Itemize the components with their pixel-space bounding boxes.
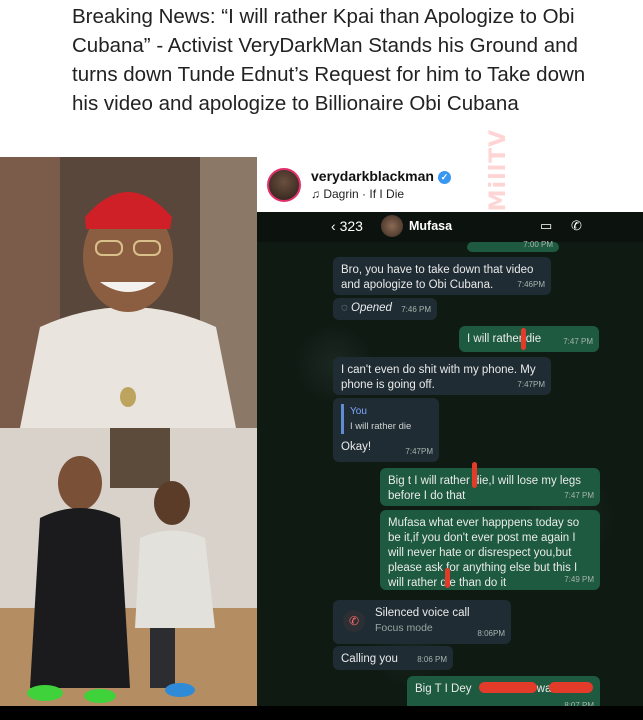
back-button[interactable]: ‹ 323 <box>331 218 363 234</box>
photo-two-men-seated <box>0 428 257 706</box>
photo-man-red-cap <box>0 157 257 428</box>
verified-badge-icon: ✓ <box>437 171 451 184</box>
phone-call-icon[interactable]: ✆ <box>571 218 582 234</box>
video-call-icon[interactable]: ▭ <box>540 218 552 234</box>
voice-call-notice[interactable]: ✆ Silenced voice call Focus mode 8:06PM <box>333 600 511 644</box>
username[interactable]: verydarkblackman ✓ <box>311 168 451 184</box>
post-header: verydarkblackman ✓ ♫ Dagrin · If I Die <box>263 160 643 210</box>
chat-screenshot: ‹ 323 Mufasa ▭ ✆ 7:00 PM Bro, you have t… <box>257 212 643 720</box>
bottom-bar <box>0 706 643 720</box>
song-label[interactable]: ♫ Dagrin · If I Die <box>311 187 404 201</box>
missed-call-icon: ✆ <box>343 610 365 632</box>
reply-quote[interactable]: You I will rather die <box>341 404 431 434</box>
music-note-icon: ♫ <box>311 187 324 201</box>
message-bubble: Big t I will rather die,I will lose my l… <box>380 462 600 506</box>
opened-status: ◌ Opened 7:46 PM <box>333 298 437 320</box>
message-bubble: Calling you 8:06 PM <box>333 646 453 670</box>
contact-name[interactable]: Mufasa <box>409 219 452 233</box>
message-bubble: Mufasa what ever happpens today so be it… <box>380 510 600 590</box>
message-bubble: I can't even do shit with my phone. My p… <box>333 357 551 395</box>
chat-topbar: ‹ 323 Mufasa ▭ ✆ <box>257 212 643 242</box>
headline: Breaking News: “I will rather Kpai than … <box>72 5 586 115</box>
message-bubble: 7:00 PM <box>467 240 559 252</box>
message-bubble: Bro, you have to take down that video an… <box>333 257 551 295</box>
message-bubble: I will rather die 7:47 PM <box>459 326 599 352</box>
message-bubble: You I will rather die Okay! 7:47PM <box>333 398 439 462</box>
contact-avatar[interactable] <box>381 215 403 237</box>
profile-avatar[interactable] <box>267 168 301 202</box>
